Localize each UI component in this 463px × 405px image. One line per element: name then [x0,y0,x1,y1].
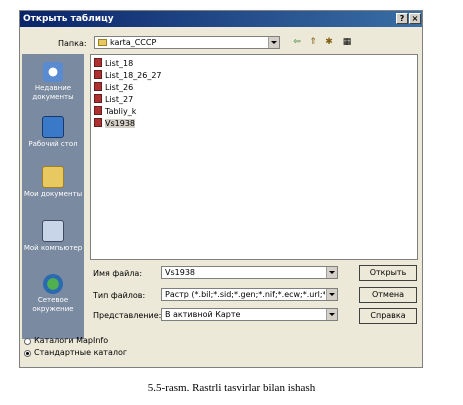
folder-icon [98,39,107,46]
open-button[interactable]: Открыть [359,265,417,281]
filename-label: Имя файла: [93,269,143,278]
table-file-icon [94,94,102,103]
open-table-dialog: Открыть таблицу ? × Папка: karta_CCCP ⇦ … [19,10,423,368]
my-computer-icon [42,220,64,242]
chevron-down-icon[interactable] [326,289,337,300]
list-item-selected[interactable]: Vs1938 [94,118,135,129]
place-my-computer[interactable]: Мой компьютер [22,220,84,253]
help-title-button[interactable]: ? [396,13,408,24]
filetype-label: Тип файлов: [93,291,146,300]
list-item[interactable]: List_18 [94,58,133,69]
view-menu-icon[interactable]: ▦ [339,37,355,48]
place-recent[interactable]: Недавние документы [22,62,84,102]
help-button[interactable]: Справка [359,308,417,324]
folder-select[interactable]: karta_CCCP [94,36,280,49]
table-file-icon [94,70,102,79]
table-file-icon [94,82,102,91]
table-file-icon [94,58,102,67]
up-folder-icon[interactable]: ⇑ [307,37,319,48]
radio-standard-catalog[interactable] [24,350,31,357]
back-icon[interactable]: ⇦ [291,37,303,48]
title-bar[interactable]: Открыть таблицу ? × [20,11,422,27]
place-label: Мой компьютер [23,244,83,252]
recent-documents-icon [43,62,63,82]
chevron-down-icon[interactable] [326,309,337,320]
network-icon [43,274,63,294]
dialog-title: Открыть таблицу [23,14,114,24]
radio-label: Каталоги MapInfo [34,336,109,345]
place-label: Сетевое окружение [32,296,74,313]
list-item[interactable]: List_26 [94,82,133,93]
filename-input[interactable]: Vs1938 [161,266,338,279]
cancel-button[interactable]: Отмена [359,287,417,303]
filename-value: Vs1938 [165,268,195,277]
my-documents-icon [42,166,64,188]
place-my-documents[interactable]: Мои документы [22,166,84,199]
view-select[interactable]: В активной Карте [161,308,338,321]
radio-mapinfo-catalogs[interactable] [24,338,31,345]
list-item[interactable]: Tabliy_k [94,106,136,117]
place-label: Недавние документы [32,84,74,101]
filetype-select[interactable]: Растр (*.bil;*.sid;*.gen;*.nif;*.ecw;*.u… [161,288,338,301]
list-item[interactable]: List_27 [94,94,133,105]
place-network[interactable]: Сетевое окружение [22,274,84,314]
table-file-icon [94,106,102,115]
new-folder-icon[interactable]: ✱ [323,37,335,48]
chevron-down-icon[interactable] [268,37,279,48]
table-file-icon [94,118,102,127]
view-label: Представление: [93,311,162,320]
close-button[interactable]: × [409,13,421,24]
desktop-icon [42,116,64,138]
list-item[interactable]: List_18_26_27 [94,70,162,81]
figure-caption: 5.5-rasm. Rastrli tasvirlar bilan ishash [147,382,316,394]
folder-label: Папка: [58,39,87,48]
places-bar: Недавние документы Рабочий стол Мои доку… [22,54,84,339]
filetype-value: Растр (*.bil;*.sid;*.gen;*.nif;*.ecw;*.u… [165,290,325,299]
file-list[interactable]: List_18 List_18_26_27 List_26 List_27 Ta… [90,54,418,260]
folder-value: karta_CCCP [110,38,157,47]
radio-label: Стандартные каталог [34,348,128,357]
place-label: Рабочий стол [28,140,78,148]
place-label: Мои документы [23,190,83,198]
view-value: В активной Карте [165,310,241,319]
place-desktop[interactable]: Рабочий стол [22,116,84,149]
chevron-down-icon[interactable] [326,267,337,278]
